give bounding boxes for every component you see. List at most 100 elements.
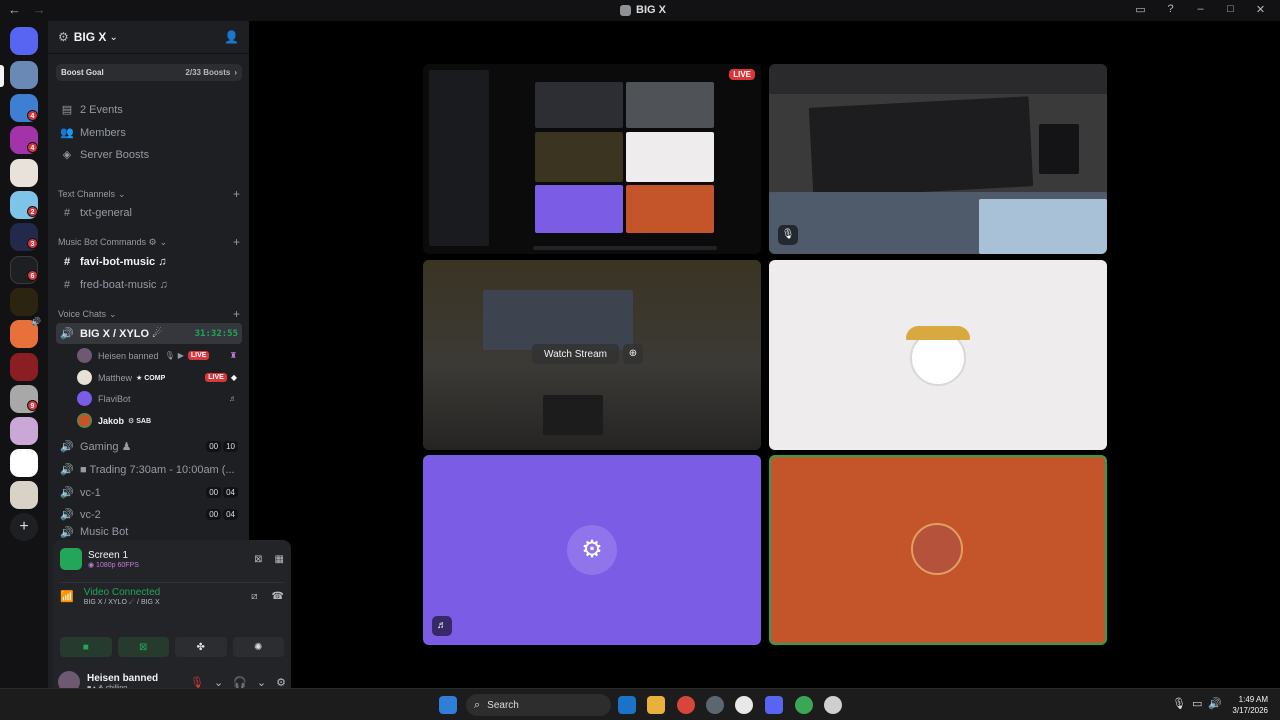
voice-user[interactable]: Jakob ⚙ SAB <box>77 411 237 430</box>
server-icon[interactable] <box>10 449 38 477</box>
server-icon[interactable] <box>10 353 38 381</box>
mic-muted-icon: 🎙 <box>778 225 798 245</box>
outlook-icon[interactable] <box>618 696 636 714</box>
clock[interactable]: 1:49 AM 3/17/2026 <box>1232 694 1268 716</box>
mic-muted-icon[interactable]: 🎙 <box>190 676 204 689</box>
voice-channel-trading[interactable]: 🔊 ■ Trading 7:30am - 10:00am (... <box>56 459 242 480</box>
stream-tile-flavibot-avatar[interactable] <box>769 260 1107 450</box>
activities-button[interactable]: ✤ <box>175 637 227 657</box>
invite-user-icon[interactable]: 👤 <box>224 30 239 44</box>
boost-goal-bar[interactable]: Boost Goal 2/33 Boosts › <box>56 64 242 81</box>
settings-icon[interactable] <box>706 696 724 714</box>
windows-start-icon[interactable] <box>439 696 457 714</box>
user-count: 00 <box>206 441 222 452</box>
preview-shape <box>543 395 603 435</box>
channel-favi-bot-music[interactable]: # favi-bot-music ♫ <box>56 251 242 272</box>
discord-icon[interactable] <box>765 696 783 714</box>
voice-user-name: Matthew <box>98 372 133 383</box>
disconnect-icon[interactable]: ☎ <box>272 591 284 602</box>
chevron-down-icon[interactable]: ⌄ <box>257 676 266 689</box>
stream-tile-heisen[interactable]: LIVE <box>423 64 761 254</box>
camera-button[interactable]: ■ <box>60 637 112 657</box>
server-icon[interactable] <box>10 288 38 316</box>
discord-home-icon[interactable] <box>10 27 38 55</box>
voice-user[interactable]: Heisen banned 🎙 ▶ LIVE ♜ <box>77 346 237 365</box>
chrome-profile-icon[interactable] <box>795 696 813 714</box>
create-channel-icon[interactable]: + <box>233 187 240 201</box>
channel-txt-general[interactable]: # txt-general <box>56 202 242 223</box>
watch-stream-button[interactable]: Watch Stream <box>532 344 619 364</box>
inbox-icon[interactable]: ▭ <box>1133 3 1148 16</box>
server-name: BIG X <box>73 30 107 44</box>
stream-thumbnail[interactable] <box>60 548 82 570</box>
voice-channel-gaming[interactable]: 🔊 Gaming ♟ 00 10 <box>56 436 242 457</box>
title-bar: ← → BIG X ▭ ? – □ ✕ <box>0 0 1280 21</box>
user-name[interactable]: Heisen banned <box>87 673 158 684</box>
add-server-icon[interactable]: + <box>10 513 38 541</box>
stream-tile-matthew[interactable]: 🎙 <box>769 64 1107 254</box>
help-icon[interactable]: ? <box>1163 3 1178 16</box>
category-music-bot[interactable]: Music Bot Commands ⚙ ⌄ + <box>58 235 240 249</box>
voice-user-name: FlaviBot <box>98 393 131 404</box>
taskbar-search[interactable]: ⌕ Search <box>466 694 611 716</box>
screen-share-button[interactable]: ⊠ <box>117 637 169 657</box>
stream-tile-preview[interactable]: Watch Stream ⊕ <box>423 260 761 450</box>
stop-stream-icon[interactable]: ⊠ <box>254 554 262 565</box>
stream-tile-jakob[interactable] <box>769 455 1107 645</box>
members-item[interactable]: 👥 Members <box>56 122 242 143</box>
server-icon[interactable] <box>10 417 38 445</box>
macropad-shape <box>1039 124 1079 174</box>
channel-fred-boat-music[interactable]: # fred-boat-music ♫ <box>56 274 242 295</box>
headphones-icon[interactable]: 🎧 <box>233 676 247 689</box>
voice-channel-music-bot[interactable]: 🔊 Music Bot <box>56 526 242 538</box>
server-icon[interactable] <box>10 481 38 509</box>
voice-user[interactable]: FlaviBot ♬ <box>77 389 237 408</box>
server-boosts-item[interactable]: ◈ Server Boosts <box>56 144 242 165</box>
soundboard-button[interactable]: ✺ <box>232 637 284 657</box>
server-icon[interactable] <box>10 159 38 187</box>
stream-tile-flavibot[interactable]: ⚙ ♬ <box>423 455 761 645</box>
category-voice-chats[interactable]: Voice Chats ⌄ + <box>58 307 240 321</box>
maximize-button[interactable]: □ <box>1223 3 1238 16</box>
server-icon-bigx[interactable] <box>10 61 38 89</box>
boost-icon: ◈ <box>62 149 72 161</box>
forward-arrow-icon[interactable]: → <box>33 2 46 17</box>
chevron-down-icon[interactable]: ⌄ <box>214 676 223 689</box>
server-icon <box>620 4 631 16</box>
voice-user[interactable]: Matthew ★ COMP LIVE ◆ <box>77 368 237 387</box>
call-actions: ■ ⊠ ✤ ✺ <box>60 637 284 657</box>
roblox-icon: ◆ <box>230 373 237 382</box>
mic-muted-icon: 🎙 <box>164 351 175 360</box>
channel-label: Gaming ♟ <box>80 441 132 453</box>
category-text-channels[interactable]: Text Channels ⌄ + <box>58 187 240 201</box>
mic-icon[interactable]: 🎙 <box>1172 697 1186 710</box>
settings-gear-icon[interactable]: ⚙ <box>276 676 286 689</box>
back-arrow-icon[interactable]: ← <box>8 2 21 17</box>
popout-icon[interactable]: ⊕ <box>623 344 643 364</box>
chrome-icon[interactable] <box>677 696 695 714</box>
voice-channel-bigx-xylo[interactable]: 🔊 BIG X / XYLO ☄ 31:32:55 <box>56 323 242 344</box>
camera-icon: ■ <box>82 641 89 653</box>
voice-channel-vc-1[interactable]: 🔊 vc-1 00 04 <box>56 482 242 503</box>
close-button[interactable]: ✕ <box>1253 3 1268 16</box>
minimize-button[interactable]: – <box>1193 3 1208 16</box>
file-explorer-icon[interactable] <box>647 696 665 714</box>
nested-tile <box>535 132 623 182</box>
volume-icon[interactable]: 🔊 <box>1208 697 1222 710</box>
noise-suppression-icon[interactable]: ⧄ <box>251 591 257 602</box>
connection-channel[interactable]: BIG X / XYLO ☄ / BIG X <box>84 598 161 606</box>
server-header[interactable]: ⚙ BIG X ⌄ 👤 <box>48 21 249 54</box>
hashtag-icon: # <box>63 278 71 291</box>
network-icon[interactable]: ▭ <box>1192 697 1202 710</box>
user-limit-count: 04 <box>223 509 238 520</box>
voice-channel-vc-2[interactable]: 🔊 vc-2 00 04 <box>56 504 242 525</box>
create-channel-icon[interactable]: + <box>233 235 240 249</box>
events-item[interactable]: ▤ 2 Events <box>56 99 242 120</box>
signal-icon[interactable]: 📶 <box>60 590 74 603</box>
connection-status[interactable]: Video Connected <box>84 587 161 598</box>
chatgpt-icon[interactable] <box>735 696 753 714</box>
camera-icon: ▶ <box>177 351 184 360</box>
stream-settings-icon[interactable]: ▦ <box>275 554 284 565</box>
create-channel-icon[interactable]: + <box>233 307 240 321</box>
mouse-app-icon[interactable] <box>824 696 842 714</box>
